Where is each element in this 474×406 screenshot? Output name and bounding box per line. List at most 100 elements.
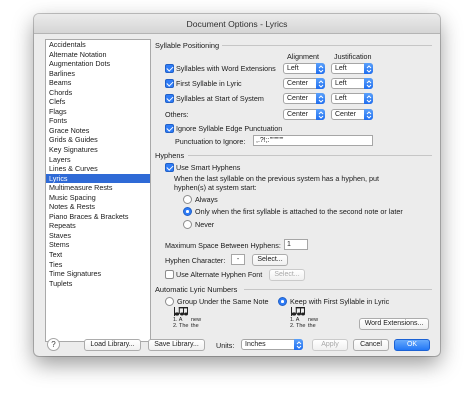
select-value: Left xyxy=(287,65,299,72)
hyphen-always-radio[interactable] xyxy=(183,195,192,204)
select-value: Left xyxy=(335,80,347,87)
select-value: Left xyxy=(335,95,347,102)
sidebar-item-chords[interactable]: Chords xyxy=(46,88,150,98)
keep-with-first-syllable-radio[interactable] xyxy=(278,297,287,306)
others-justification-select[interactable]: Center xyxy=(331,109,373,120)
sidebar-item-multimeasure-rests[interactable]: Multimeasure Rests xyxy=(46,183,150,193)
select-arrows-icon xyxy=(316,93,325,104)
hyphens-heading: Hyphens xyxy=(155,151,185,160)
alternate-hyphen-font-checkbox[interactable] xyxy=(165,270,174,279)
sidebar-item-repeats[interactable]: Repeats xyxy=(46,221,150,231)
sidebar-item-lyrics[interactable]: Lyrics xyxy=(46,173,150,184)
word-extensions-justification-select[interactable]: Left xyxy=(331,63,373,74)
group-under-note-radio[interactable] xyxy=(165,297,174,306)
select-arrows-icon xyxy=(294,339,303,350)
sidebar-item-grids-guides[interactable]: Grids & Guides xyxy=(46,135,150,145)
group-under-note-sample: 1. A 2. The new the xyxy=(173,307,209,331)
hyphen-never-radio[interactable] xyxy=(183,220,192,229)
select-value: Center xyxy=(335,111,357,118)
ignore-punctuation-checkbox[interactable] xyxy=(165,124,174,133)
start-of-system-justification-select[interactable]: Left xyxy=(331,93,373,104)
sidebar-item-text[interactable]: Text xyxy=(46,250,150,260)
category-list[interactable]: Accidentals Alternate Notation Augmentatio… xyxy=(45,39,151,342)
others-alignment-select[interactable]: Center xyxy=(283,109,325,120)
alternate-hyphen-font-label: Use Alternate Hyphen Font xyxy=(176,270,263,279)
word-extensions-checkbox[interactable] xyxy=(165,64,174,73)
first-syllable-label: First Syllable in Lyric xyxy=(176,79,242,88)
hyphen-always-label: Always xyxy=(195,195,218,204)
sidebar-item-piano-braces-brackets[interactable]: Piano Braces & Brackets xyxy=(46,212,150,222)
save-library-button[interactable]: Save Library... xyxy=(148,339,205,351)
sample-lyric-line2: 2. The xyxy=(173,323,189,329)
sidebar-item-accidentals[interactable]: Accidentals xyxy=(46,40,150,50)
start-of-system-label: Syllables at Start of System xyxy=(176,94,264,103)
sidebar-item-beams[interactable]: Beams xyxy=(46,78,150,88)
punctuation-to-ignore-label: Punctuation to Ignore: xyxy=(175,137,246,146)
document-options-window: Document Options - Lyrics Accidentals Alt… xyxy=(34,14,440,356)
sidebar-item-flags[interactable]: Flags xyxy=(46,107,150,117)
select-arrows-icon xyxy=(364,93,373,104)
divider xyxy=(222,45,432,46)
ok-button[interactable]: OK xyxy=(394,339,430,351)
sidebar-item-ties[interactable]: Ties xyxy=(46,260,150,270)
group-under-note-label: Group Under the Same Note xyxy=(177,297,269,306)
alternate-font-select-button[interactable]: Select... xyxy=(269,269,305,281)
word-extensions-label: Syllables with Word Extensions xyxy=(176,64,276,73)
hyphen-never-label: Never xyxy=(195,220,215,229)
sidebar-item-notes-rests[interactable]: Notes & Rests xyxy=(46,202,150,212)
select-value: Left xyxy=(335,65,347,72)
select-arrows-icon xyxy=(364,63,373,74)
units-select[interactable]: Inches xyxy=(241,339,303,350)
select-arrows-icon xyxy=(316,78,325,89)
alignment-column-header: Alignment xyxy=(287,52,319,61)
sidebar-item-alternate-notation[interactable]: Alternate Notation xyxy=(46,50,150,60)
auto-lyric-numbers-heading: Automatic Lyric Numbers xyxy=(155,285,238,294)
sidebar-item-tuplets[interactable]: Tuplets xyxy=(46,279,150,289)
sidebar-item-augmentation-dots[interactable]: Augmentation Dots xyxy=(46,59,150,69)
sidebar-item-key-signatures[interactable]: Key Signatures xyxy=(46,145,150,155)
word-extensions-alignment-select[interactable]: Left xyxy=(283,63,325,74)
hyphen-only-when-label: Only when the first syllable is attached… xyxy=(195,207,403,216)
word-extensions-button[interactable]: Word Extensions... xyxy=(359,318,429,330)
select-value: Center xyxy=(287,95,309,102)
smart-hyphens-description-line2: hyphen(s) at system start: xyxy=(174,183,257,192)
sidebar-item-music-spacing[interactable]: Music Spacing xyxy=(46,193,150,203)
sidebar-item-stems[interactable]: Stems xyxy=(46,240,150,250)
sidebar-item-barlines[interactable]: Barlines xyxy=(46,69,150,79)
sidebar-item-time-signatures[interactable]: Time Signatures xyxy=(46,269,150,279)
select-value: Inches xyxy=(245,341,266,348)
punctuation-to-ignore-input[interactable]: ,.?!;:'""""" xyxy=(253,135,373,146)
sidebar-item-lines-curves[interactable]: Lines & Curves xyxy=(46,164,150,174)
cancel-button[interactable]: Cancel xyxy=(353,339,389,351)
hyphen-character-input[interactable]: - xyxy=(231,254,245,265)
hyphen-character-label: Hyphen Character: xyxy=(165,256,226,265)
hyphen-select-button[interactable]: Select... xyxy=(252,254,288,266)
first-syllable-alignment-select[interactable]: Center xyxy=(283,78,325,89)
window-title: Document Options - Lyrics xyxy=(34,14,440,34)
sample-lyric-line2: 2. The xyxy=(290,323,306,329)
first-syllable-checkbox[interactable] xyxy=(165,79,174,88)
select-arrows-icon xyxy=(364,109,373,120)
smart-hyphens-label: Use Smart Hyphens xyxy=(176,163,241,172)
start-of-system-checkbox[interactable] xyxy=(165,94,174,103)
smart-hyphens-checkbox[interactable] xyxy=(165,163,174,172)
help-button[interactable]: ? xyxy=(47,338,60,351)
sidebar-item-staves[interactable]: Staves xyxy=(46,231,150,241)
others-label: Others: xyxy=(165,110,189,119)
first-syllable-justification-select[interactable]: Left xyxy=(331,78,373,89)
sidebar-item-fonts[interactable]: Fonts xyxy=(46,116,150,126)
max-space-label: Maximum Space Between Hyphens: xyxy=(165,241,281,250)
sample-lyric-word2: the xyxy=(308,323,316,329)
max-space-input[interactable]: 1 xyxy=(284,239,308,250)
sidebar-item-layers[interactable]: Layers xyxy=(46,155,150,165)
select-value: Center xyxy=(287,80,309,87)
load-library-button[interactable]: Load Library... xyxy=(84,339,141,351)
apply-button[interactable]: Apply xyxy=(312,339,348,351)
keep-with-first-syllable-label: Keep with First Syllable in Lyric xyxy=(290,297,390,306)
hyphen-only-when-radio[interactable] xyxy=(183,207,192,216)
start-of-system-alignment-select[interactable]: Center xyxy=(283,93,325,104)
sidebar-item-clefs[interactable]: Clefs xyxy=(46,97,150,107)
divider xyxy=(188,155,432,156)
sidebar-item-grace-notes[interactable]: Grace Notes xyxy=(46,126,150,136)
select-arrows-icon xyxy=(316,63,325,74)
